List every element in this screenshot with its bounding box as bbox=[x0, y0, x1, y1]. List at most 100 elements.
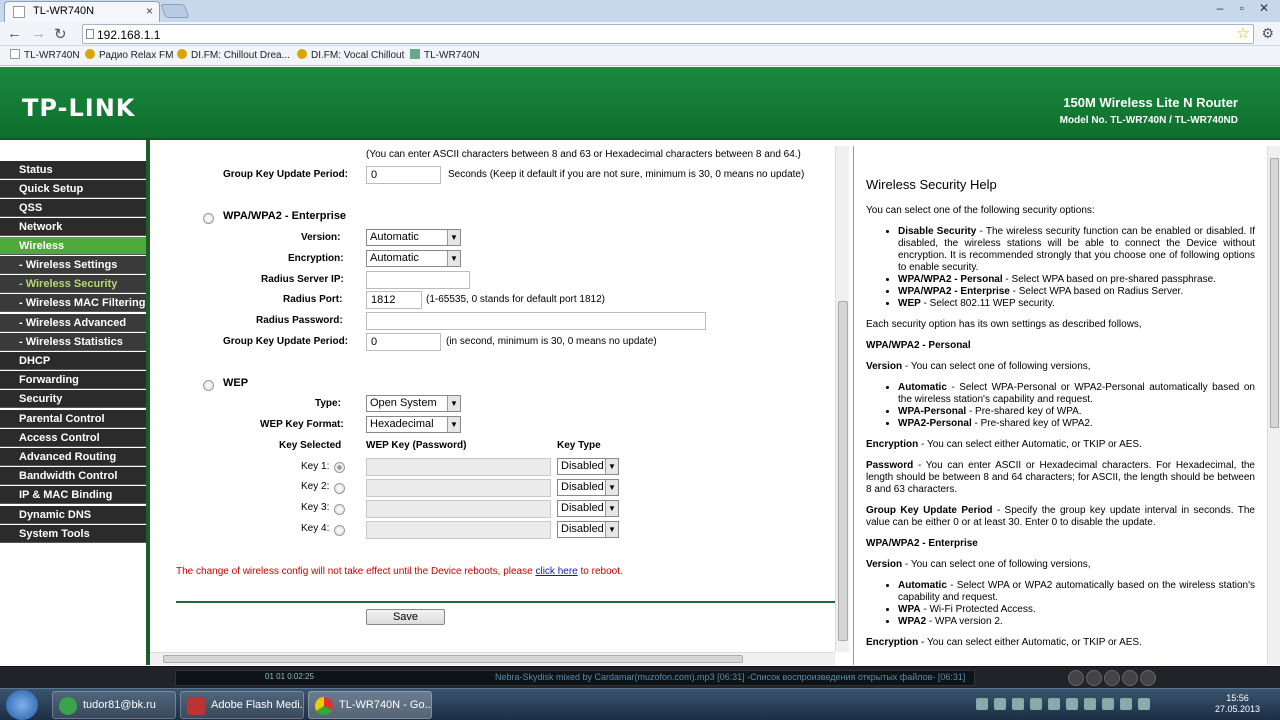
help-encryption: Encryption - You can select either Autom… bbox=[866, 439, 1142, 450]
menu-item-status[interactable]: Status bbox=[0, 161, 146, 179]
key-2-input[interactable] bbox=[366, 479, 551, 497]
bookmarks-bar: TL-WR740N Радио Relax FM DI.FM: Chillout… bbox=[0, 46, 1280, 66]
bookmark-item[interactable]: TL-WR740N bbox=[10, 49, 80, 61]
wep-key-header: WEP Key (Password) bbox=[366, 440, 467, 451]
wep-type-select[interactable]: Open System ▼ bbox=[366, 395, 461, 412]
wrench-menu-icon[interactable]: ⚙ bbox=[1261, 25, 1274, 42]
close-window-icon[interactable]: ✕ bbox=[1254, 1, 1274, 17]
help-password: Password - You can enter ASCII or Hexade… bbox=[866, 460, 1255, 495]
stop-icon[interactable] bbox=[1122, 670, 1138, 686]
menu-item-wireless-advanced[interactable]: - Wireless Advanced bbox=[0, 314, 146, 332]
enterprise-group-key-input[interactable]: 0 bbox=[366, 333, 441, 351]
radius-password-input[interactable] bbox=[366, 312, 706, 330]
key-1-type-select[interactable]: Disabled ▼ bbox=[557, 458, 619, 475]
encryption-select[interactable]: Automatic ▼ bbox=[366, 250, 461, 267]
menu-item-ip-mac-binding[interactable]: IP & MAC Binding bbox=[0, 486, 146, 504]
model-number: Model No. TL-WR740N / TL-WR740ND bbox=[1059, 115, 1238, 126]
tray-icon[interactable] bbox=[1048, 698, 1060, 710]
key-2-type-select[interactable]: Disabled ▼ bbox=[557, 479, 619, 496]
key-3-type-select[interactable]: Disabled ▼ bbox=[557, 500, 619, 517]
key-1-label: Key 1: bbox=[301, 461, 330, 472]
browser-tab[interactable]: TL-WR740N × bbox=[4, 1, 160, 22]
pause-icon[interactable] bbox=[1104, 670, 1120, 686]
start-button-icon[interactable] bbox=[6, 690, 38, 720]
menu-item-wireless-statistics[interactable]: - Wireless Statistics bbox=[0, 333, 146, 351]
key-4-type-select[interactable]: Disabled ▼ bbox=[557, 521, 619, 538]
key-3-input[interactable] bbox=[366, 500, 551, 518]
list-item: WPA-Personal - Pre-shared key of WPA. bbox=[898, 406, 1255, 418]
reboot-link[interactable]: click here bbox=[535, 566, 577, 577]
close-tab-icon[interactable]: × bbox=[146, 4, 153, 18]
tray-icon[interactable] bbox=[976, 698, 988, 710]
menu-item-dhcp[interactable]: DHCP bbox=[0, 352, 146, 370]
tray-icon[interactable] bbox=[994, 698, 1006, 710]
menu-item-wireless-settings[interactable]: - Wireless Settings bbox=[0, 256, 146, 274]
menu-item-qss[interactable]: QSS bbox=[0, 199, 146, 217]
taskbar-item-chrome[interactable]: TL-WR740N - Go... bbox=[308, 691, 432, 719]
menu-item-wireless-mac-filtering[interactable]: - Wireless MAC Filtering bbox=[0, 294, 146, 312]
enterprise-radio[interactable] bbox=[203, 213, 214, 224]
key-4-radio[interactable] bbox=[334, 525, 345, 536]
content-vertical-scrollbar[interactable] bbox=[835, 146, 849, 652]
radius-port-input[interactable]: 1812 bbox=[366, 291, 422, 309]
tray-icon[interactable] bbox=[1102, 698, 1114, 710]
version-select[interactable]: Automatic ▼ bbox=[366, 229, 461, 246]
bookmark-item[interactable]: DI.FM: Chillout Drea... bbox=[177, 49, 290, 61]
radius-ip-input[interactable] bbox=[366, 271, 470, 289]
back-arrow-icon[interactable]: ← bbox=[7, 25, 22, 42]
media-track-title: Nebra-Skydisk mixed by Cardamar(muzofon.… bbox=[495, 672, 966, 682]
key-3-radio[interactable] bbox=[334, 504, 345, 515]
menu-item-quick-setup[interactable]: Quick Setup bbox=[0, 180, 146, 198]
maximize-icon[interactable]: ▫ bbox=[1232, 1, 1252, 17]
key-2-radio[interactable] bbox=[334, 483, 345, 494]
bookmark-item[interactable]: TL-WR740N bbox=[410, 49, 480, 61]
reboot-notice: The change of wireless config will not t… bbox=[176, 566, 623, 577]
menu-item-system-tools[interactable]: System Tools bbox=[0, 525, 146, 543]
new-tab-button[interactable] bbox=[160, 4, 190, 18]
taskbar-item-flash[interactable]: Adobe Flash Medi... bbox=[180, 691, 304, 719]
tray-icon[interactable] bbox=[1030, 698, 1042, 710]
menu-item-network[interactable]: Network bbox=[0, 218, 146, 236]
menu-item-security[interactable]: Security bbox=[0, 390, 146, 408]
list-item: WPA/WPA2 - Personal - Select WPA based o… bbox=[898, 274, 1255, 286]
menu-item-access-control[interactable]: Access Control bbox=[0, 429, 146, 447]
passphrase-note: (You can enter ASCII characters between … bbox=[366, 149, 801, 160]
help-scrollbar[interactable] bbox=[1267, 146, 1280, 665]
menu-item-dynamic-dns[interactable]: Dynamic DNS bbox=[0, 506, 146, 524]
forward-arrow-icon[interactable]: → bbox=[31, 25, 46, 42]
content-horizontal-scrollbar[interactable] bbox=[150, 652, 835, 665]
key-selected-header: Key Selected bbox=[279, 440, 342, 451]
list-item: WPA - Wi-Fi Protected Access. bbox=[898, 604, 1255, 616]
next-icon[interactable] bbox=[1140, 670, 1156, 686]
play-icon[interactable] bbox=[1086, 670, 1102, 686]
menu-item-forwarding[interactable]: Forwarding bbox=[0, 371, 146, 389]
menu-item-parental-control[interactable]: Parental Control bbox=[0, 410, 146, 428]
save-button[interactable]: Save bbox=[366, 609, 445, 625]
tray-icon[interactable] bbox=[1120, 698, 1132, 710]
key-1-radio[interactable] bbox=[334, 462, 345, 473]
wep-radio[interactable] bbox=[203, 380, 214, 391]
tray-icon[interactable] bbox=[1138, 698, 1150, 710]
menu-item-wireless-security[interactable]: - Wireless Security bbox=[0, 275, 146, 293]
key-1-input[interactable] bbox=[366, 458, 551, 476]
reload-icon[interactable]: ↻ bbox=[54, 25, 67, 43]
bookmark-item[interactable]: Радио Relax FM bbox=[85, 49, 173, 61]
tray-icon[interactable] bbox=[1012, 698, 1024, 710]
menu-item-advanced-routing[interactable]: Advanced Routing bbox=[0, 448, 146, 466]
taskbar-clock[interactable]: 15:56 27.05.2013 bbox=[1215, 693, 1260, 715]
personal-group-key-input[interactable]: 0 bbox=[366, 166, 441, 184]
address-bar[interactable]: 192.168.1.1 bbox=[82, 24, 1254, 44]
menu-item-wireless[interactable]: Wireless bbox=[0, 237, 146, 255]
taskbar-item-mail[interactable]: tudor81@bk.ru bbox=[52, 691, 176, 719]
bookmark-item[interactable]: DI.FM: Vocal Chillout bbox=[297, 49, 404, 61]
bookmark-star-icon[interactable]: ☆ bbox=[1237, 24, 1250, 42]
previous-icon[interactable] bbox=[1068, 670, 1084, 686]
wep-key-format-select[interactable]: Hexadecimal ▼ bbox=[366, 416, 461, 433]
tray-icon[interactable] bbox=[1066, 698, 1078, 710]
menu-item-bandwidth-control[interactable]: Bandwidth Control bbox=[0, 467, 146, 485]
personal-group-key-note: Seconds (Keep it default if you are not … bbox=[448, 169, 805, 180]
key-4-input[interactable] bbox=[366, 521, 551, 539]
security-form: (You can enter ASCII characters between … bbox=[150, 146, 835, 652]
minimize-icon[interactable]: – bbox=[1210, 1, 1230, 17]
tray-icon[interactable] bbox=[1084, 698, 1096, 710]
